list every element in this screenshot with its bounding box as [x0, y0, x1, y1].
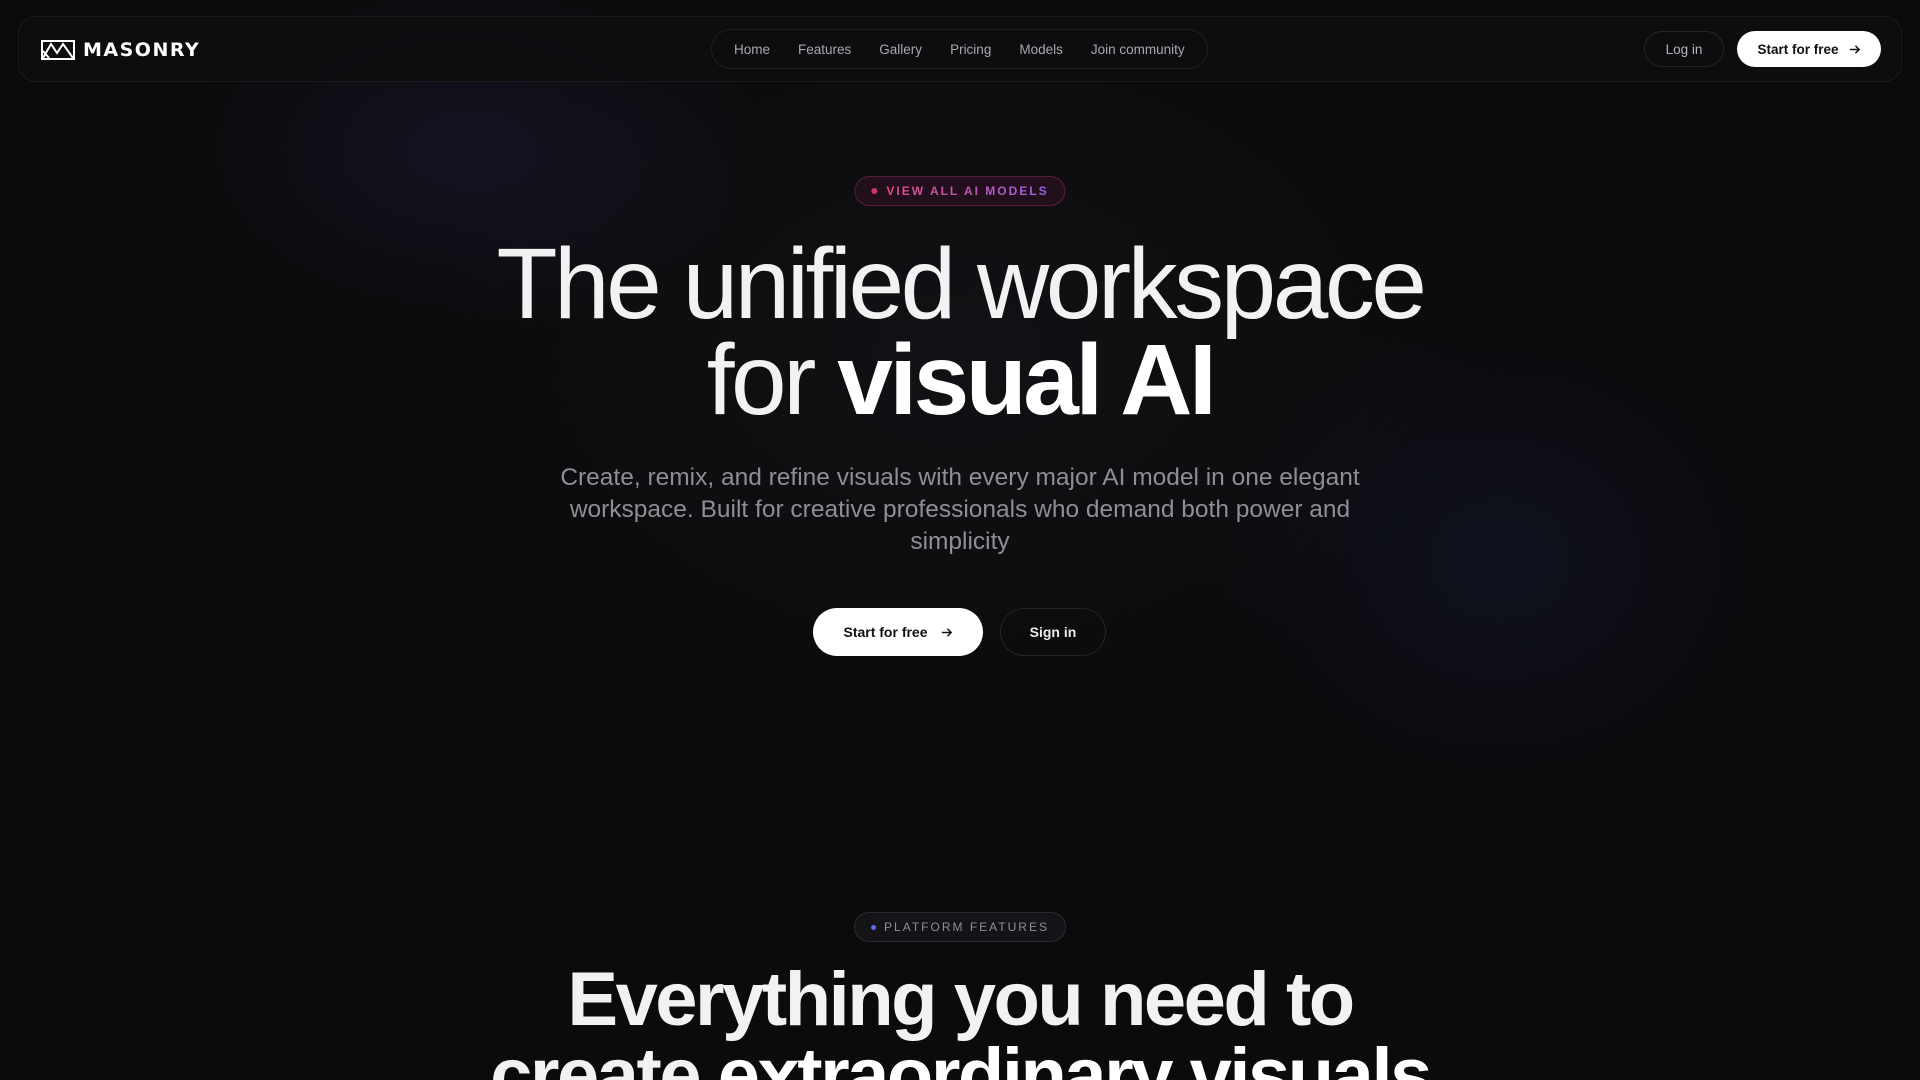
features-title-light: create — [490, 1033, 718, 1080]
hero-subtitle: Create, remix, and refine visuals with e… — [560, 464, 1360, 555]
hero-title-bold: visual AI — [837, 324, 1217, 436]
badge-dot-icon — [871, 188, 878, 194]
nav-link-features[interactable]: Features — [784, 42, 865, 57]
hero-title-line-2: for visual AI — [0, 330, 1920, 430]
badge-label: VIEW ALL AI MODELS — [886, 184, 1049, 198]
platform-features-badge: PLATFORM FEATURES — [854, 912, 1066, 942]
main-nav: Home Features Gallery Pricing Models Joi… — [711, 29, 1208, 69]
login-button[interactable]: Log in — [1644, 31, 1724, 67]
brand-logo[interactable]: MASONRY — [41, 37, 200, 63]
features-title-line-1: Everything you need to — [567, 957, 1355, 1042]
nav-start-free-label: Start for free — [1757, 41, 1839, 57]
nav-link-gallery[interactable]: Gallery — [865, 42, 936, 57]
features-title: Everything you need to create extraordin… — [0, 962, 1920, 1080]
landing-page: MASONRY Home Features Gallery Pricing Mo… — [0, 0, 1920, 1080]
badge-dot-icon — [871, 924, 877, 930]
hero-start-free-label: Start for free — [843, 624, 928, 640]
hero-title: The unified workspace for visual AI — [0, 228, 1920, 430]
features-title-line-2: create extraordinary visuals — [0, 1038, 1920, 1080]
nav-link-home[interactable]: Home — [720, 42, 784, 57]
nav-link-pricing[interactable]: Pricing — [936, 42, 1005, 57]
view-ai-models-badge[interactable]: VIEW ALL AI MODELS — [854, 176, 1066, 206]
arrow-right-icon — [1849, 44, 1860, 54]
hero-title-light: for — [706, 324, 838, 436]
mountain-logo-icon — [41, 40, 75, 60]
top-navbar: MASONRY Home Features Gallery Pricing Mo… — [18, 16, 1902, 82]
nav-link-models[interactable]: Models — [1005, 42, 1077, 57]
hero-sign-in-button[interactable]: Sign in — [1000, 608, 1106, 656]
nav-link-join-community[interactable]: Join community — [1077, 42, 1199, 57]
arrow-right-icon — [941, 627, 952, 637]
nav-start-free-button[interactable]: Start for free — [1737, 31, 1881, 67]
platform-features-label: PLATFORM FEATURES — [884, 920, 1049, 934]
brand-name: MASONRY — [83, 39, 201, 61]
hero-start-free-button[interactable]: Start for free — [813, 608, 983, 656]
features-title-bold: extraordinary visuals — [717, 1033, 1433, 1080]
hero-title-line-1: The unified workspace — [496, 228, 1427, 340]
